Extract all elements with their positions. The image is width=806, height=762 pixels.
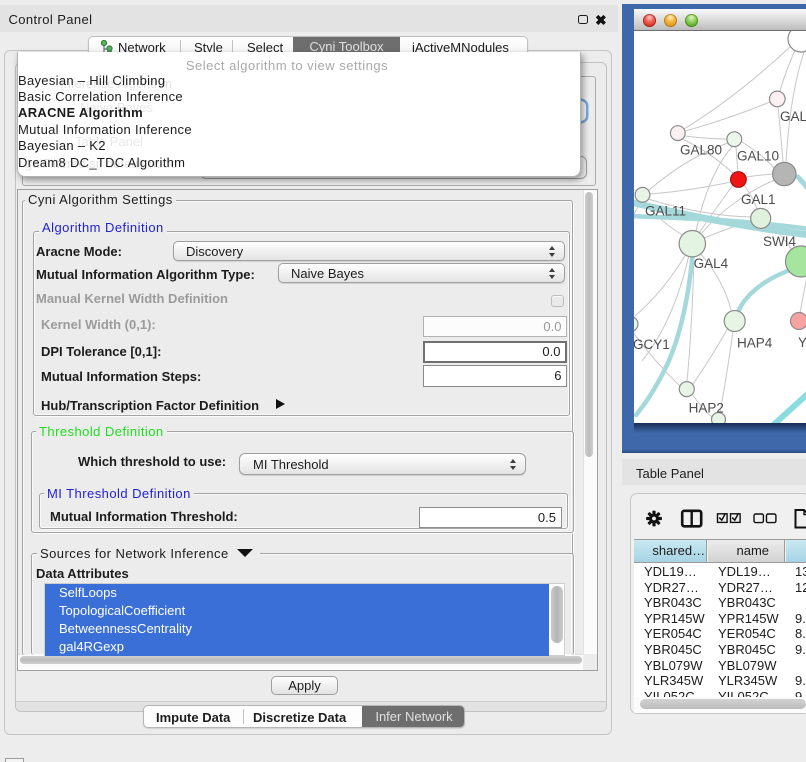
- svg-text:HAP2: HAP2: [689, 401, 724, 416]
- svg-text:GAL: GAL: [780, 109, 806, 124]
- svg-text:GAL1: GAL1: [741, 192, 776, 207]
- svg-text:GAL4: GAL4: [694, 256, 729, 271]
- svg-text:GAL80: GAL80: [680, 143, 722, 158]
- svg-text:HAP4: HAP4: [737, 336, 773, 351]
- svg-text:Y: Y: [798, 335, 806, 350]
- svg-text:SWI4: SWI4: [763, 234, 796, 249]
- svg-text:GAL10: GAL10: [737, 149, 779, 164]
- svg-text:GCY1: GCY1: [634, 337, 670, 352]
- svg-text:GAL11: GAL11: [645, 204, 686, 219]
